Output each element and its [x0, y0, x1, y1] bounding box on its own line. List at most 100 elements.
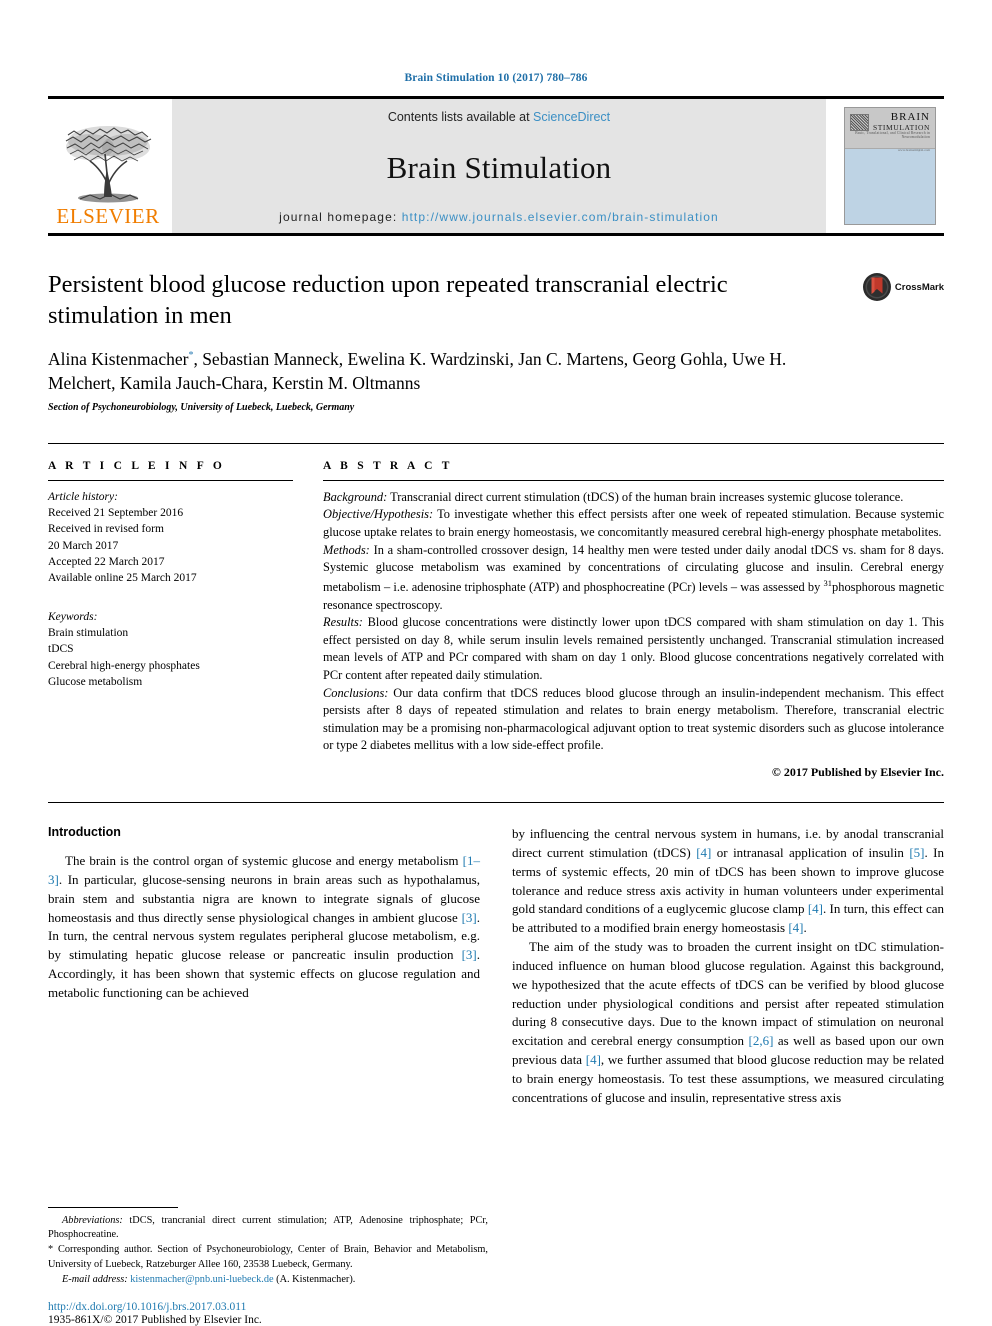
- article-history-item: Available online 25 March 2017: [48, 572, 197, 585]
- abstract-copyright: © 2017 Published by Elsevier Inc.: [771, 765, 944, 780]
- introduction-paragraph-2: by influencing the central nervous syste…: [512, 825, 944, 938]
- article-info-rule: [48, 479, 293, 481]
- running-head: Brain Stimulation 10 (2017) 780–786: [404, 72, 588, 84]
- citation-ref[interactable]: [4]: [808, 901, 823, 916]
- keyword-item: Glucose metabolism: [48, 676, 143, 689]
- author-list: Alina Kistenmacher*, Sebastian Manneck, …: [48, 348, 820, 395]
- article-history-label: Article history:: [48, 490, 118, 503]
- article-page: Brain Stimulation 10 (2017) 780–786 ELSE…: [0, 0, 992, 1326]
- journal-homepage-link[interactable]: http://www.journals.elsevier.com/brain-s…: [402, 210, 719, 224]
- intro-p3-a: The aim of the study was to broaden the …: [512, 939, 944, 1049]
- doi-block: http://dx.doi.org/10.1016/j.brs.2017.03.…: [48, 1301, 488, 1326]
- journal-homepage-line: journal homepage: http://www.journals.el…: [279, 210, 719, 224]
- abstract-conclusions-text: Our data confirm that tDCS reduces blood…: [323, 685, 944, 753]
- abstract-results: Results: Blood glucose concentrations we…: [323, 614, 944, 684]
- cover-header-band: BRAIN STIMULATION Basic, Translational, …: [845, 108, 935, 152]
- article-info-heading: A R T I C L E I N F O: [48, 459, 226, 472]
- cover-image: BRAIN STIMULATION Basic, Translational, …: [844, 107, 936, 225]
- abstract-methods-superscript: 31: [823, 577, 833, 588]
- abstract-objective: Objective/Hypothesis: To investigate whe…: [323, 506, 944, 541]
- intro-p2-e: .: [803, 920, 807, 936]
- citation-ref[interactable]: [4]: [788, 920, 803, 935]
- citation-ref[interactable]: [3]: [462, 947, 477, 962]
- footnotes: Abbreviations: tDCS, trancranial direct …: [48, 1206, 488, 1326]
- keyword-item: Cerebral high-energy phosphates: [48, 659, 200, 672]
- elsevier-logo: ELSEVIER: [48, 99, 168, 233]
- cover-title-block: BRAIN STIMULATION Basic, Translational, …: [845, 111, 930, 153]
- article-history-item: Received 21 September 2016: [48, 507, 184, 520]
- abstract-results-label: Results:: [323, 615, 363, 630]
- email-footnote: E-mail address: kistenmacher@pnb.uni-lue…: [48, 1273, 488, 1287]
- journal-cover-thumbnail: BRAIN STIMULATION Basic, Translational, …: [832, 99, 944, 233]
- cover-url: www.brainstimjrnl.com: [897, 147, 930, 152]
- email-suffix: (A. Kistenmacher).: [273, 1274, 356, 1286]
- crossmark-label: CrossMark: [894, 281, 944, 293]
- introduction-paragraph-1: The brain is the control organ of system…: [48, 852, 480, 1003]
- intro-p1-a: The brain is the control organ of system…: [65, 853, 463, 869]
- abstract-background: Background: Transcranial direct current …: [323, 489, 944, 507]
- body-separator: [48, 802, 944, 804]
- crossmark-badge[interactable]: CrossMark: [862, 272, 944, 302]
- citation-ref[interactable]: [2,6]: [748, 1033, 773, 1048]
- info-abstract-section: A R T I C L E I N F O Article history: R…: [48, 442, 944, 780]
- elsevier-wordmark: ELSEVIER: [56, 204, 160, 228]
- contents-prefix: Contents lists available at: [387, 110, 534, 124]
- abstract-background-text: Transcranial direct current stimulation …: [387, 489, 904, 504]
- contents-lists-line: Contents lists available at ScienceDirec…: [388, 110, 610, 124]
- doi-link[interactable]: http://dx.doi.org/10.1016/j.brs.2017.03.…: [48, 1301, 488, 1313]
- abstract-heading: A B S T R A C T: [323, 459, 453, 472]
- abstract-conclusions-label: Conclusions:: [323, 685, 389, 700]
- journal-band: Contents lists available at ScienceDirec…: [172, 99, 826, 233]
- footnote-rule: [48, 1206, 178, 1208]
- keyword-item: Brain stimulation: [48, 627, 129, 640]
- article-history-item: 20 March 2017: [48, 539, 119, 552]
- citation-ref[interactable]: [5]: [909, 845, 924, 860]
- introduction-heading: Introduction: [48, 825, 121, 840]
- abstract-methods-label: Methods:: [323, 542, 370, 557]
- article-history-item: Received in revised form: [48, 523, 164, 536]
- abstract-background-label: Background:: [323, 489, 388, 504]
- affiliation: Section of Psychoneurobiology, Universit…: [48, 401, 355, 413]
- citation-ref[interactable]: [4]: [696, 845, 711, 860]
- abstract-column: A B S T R A C T Background: Transcranial…: [323, 460, 944, 780]
- issn-copyright-line: 1935-861X/© 2017 Published by Elsevier I…: [48, 1313, 262, 1326]
- journal-title: Brain Stimulation: [386, 149, 612, 185]
- page-title: Persistent blood glucose reduction upon …: [48, 271, 728, 329]
- intro-p2-b: or intranasal application of insulin: [711, 844, 910, 860]
- article-info-column: A R T I C L E I N F O Article history: R…: [48, 460, 293, 780]
- abstract-methods: Methods: In a sham-controlled crossover …: [323, 542, 944, 615]
- title-block: Persistent blood glucose reduction upon …: [48, 270, 944, 413]
- body-columns: Introduction The brain is the control or…: [48, 825, 944, 1108]
- abstract-rule: [323, 479, 944, 481]
- abstract-results-text: Blood glucose concentrations were distin…: [323, 615, 944, 682]
- citation-ref[interactable]: [4]: [586, 1052, 601, 1067]
- sciencedirect-link[interactable]: ScienceDirect: [533, 110, 610, 124]
- abbreviations-label: Abbreviations:: [62, 1214, 123, 1226]
- crossmark-icon: [862, 273, 891, 301]
- body-column-right: by influencing the central nervous syste…: [512, 825, 944, 1108]
- citation-ref[interactable]: [3]: [462, 910, 477, 925]
- email-label: E-mail address:: [62, 1274, 128, 1286]
- authors-text: Alina Kistenmacher*, Sebastian Manneck, …: [48, 349, 787, 393]
- introduction-paragraph-3: The aim of the study was to broaden the …: [512, 938, 944, 1108]
- corresponding-author-marker: *: [188, 350, 194, 362]
- abbreviations-footnote: Abbreviations: tDCS, trancranial direct …: [48, 1214, 488, 1243]
- keywords-label: Keywords:: [48, 610, 98, 623]
- elsevier-tree-icon: [65, 126, 152, 203]
- cover-subtitle: Basic, Translational, and Clinical Resea…: [855, 131, 930, 140]
- intro-p1-b: . In particular, glucose-sensing neurons…: [48, 871, 480, 925]
- journal-masthead: ELSEVIER Contents lists available at Sci…: [48, 96, 944, 236]
- footnote-area: Abbreviations: tDCS, trancranial direct …: [48, 1116, 944, 1326]
- cover-title-line2: STIMULATION: [872, 122, 930, 132]
- keyword-item: tDCS: [48, 643, 74, 656]
- article-history-item: Accepted 22 March 2017: [48, 556, 165, 569]
- abstract-conclusions: Conclusions: Our data confirm that tDCS …: [323, 685, 944, 755]
- homepage-prefix: journal homepage:: [279, 210, 402, 224]
- corresponding-author-text: Corresponding author. Section of Psychon…: [48, 1244, 488, 1270]
- body-column-left: Introduction The brain is the control or…: [48, 825, 480, 1108]
- corresponding-author-footnote: * Corresponding author. Section of Psych…: [48, 1243, 488, 1272]
- email-link[interactable]: kistenmacher@pnb.uni-luebeck.de: [130, 1274, 273, 1285]
- abstract-objective-label: Objective/Hypothesis:: [323, 507, 434, 522]
- cover-title-line1: BRAIN: [890, 111, 930, 123]
